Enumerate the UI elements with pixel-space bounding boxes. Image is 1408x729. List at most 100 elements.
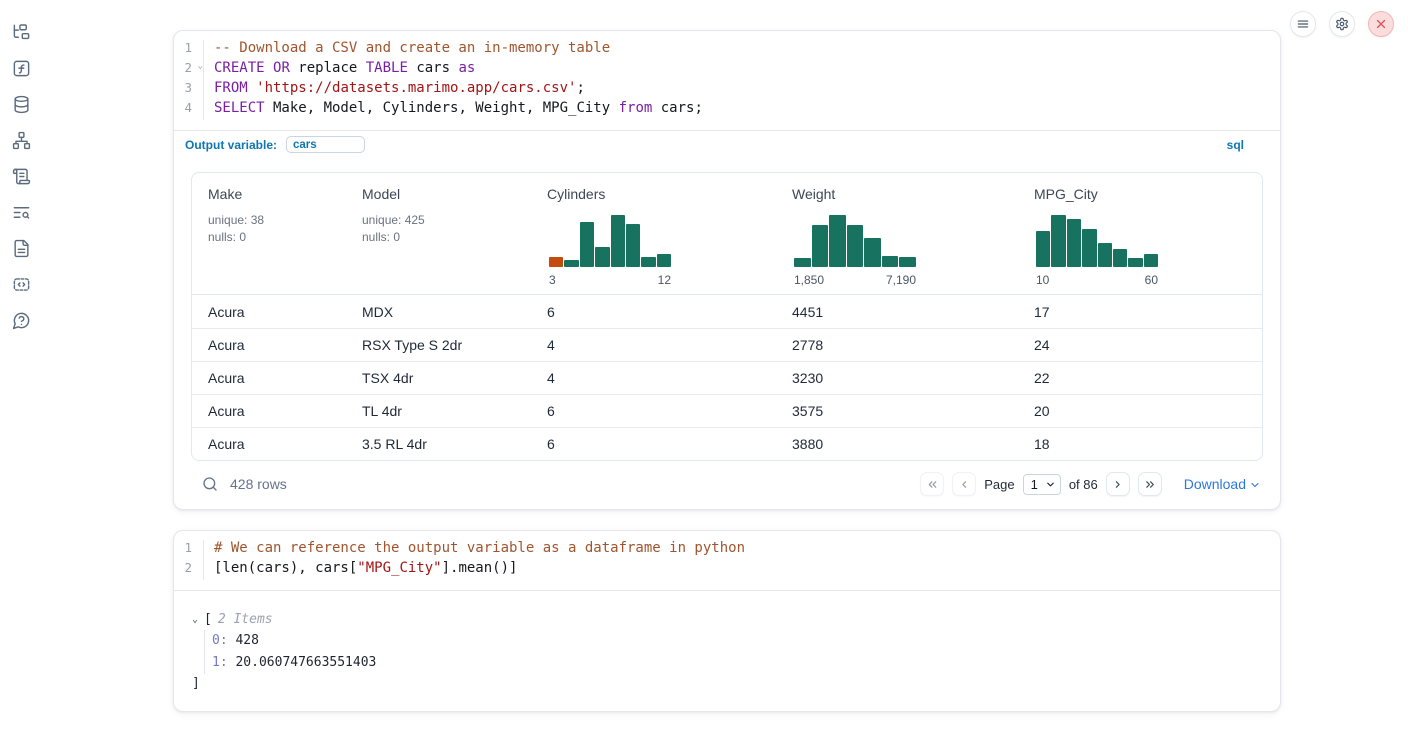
column-stat-line: unique: 38 (208, 212, 338, 229)
search-list-icon (12, 203, 31, 222)
column-header-mpg_city[interactable]: MPG_City1060 (1018, 173, 1262, 294)
code-token: ].mean()] (442, 560, 518, 576)
data-table: Makeunique: 38nulls: 0Modelunique: 425nu… (191, 172, 1263, 461)
axis-label-max: 12 (658, 273, 671, 287)
search-icon (202, 476, 218, 492)
column-header-cylinders[interactable]: Cylinders312 (531, 173, 776, 294)
tree-item: 0: 428 (212, 630, 1280, 652)
item-value: 20.060747663551403 (228, 655, 377, 670)
sql-editor[interactable]: 12⌄34 -- Download a CSV and create an in… (174, 31, 1280, 130)
sql-output-area: Makeunique: 38nulls: 0Modelunique: 425nu… (174, 158, 1280, 507)
histogram[interactable] (549, 215, 671, 267)
code-token: [len(cars), cars[ (214, 560, 357, 576)
sidebar-button-tracebacks[interactable] (11, 202, 31, 222)
table-cell: 22 (1018, 370, 1262, 386)
chevron-right-icon (1111, 478, 1124, 491)
download-button[interactable]: Download (1184, 476, 1261, 492)
histogram-bar (611, 215, 625, 267)
collapse-chevron-icon[interactable]: ⌄ (192, 614, 204, 625)
column-header-model[interactable]: Modelunique: 425nulls: 0 (346, 173, 531, 294)
code-line[interactable]: -- Download a CSV and create an in-memor… (214, 40, 1280, 60)
code-token: as (458, 60, 475, 76)
histogram-bar (1098, 243, 1112, 267)
column-stat-line: unique: 425 (362, 212, 523, 229)
item-index: 1: (212, 655, 228, 670)
page-label: Page (984, 477, 1014, 492)
sidebar-button-data-sources[interactable] (11, 94, 31, 114)
sidebar-button-documentation[interactable] (11, 238, 31, 258)
python-editor[interactable]: 12 # We can reference the output variabl… (174, 531, 1280, 590)
python-code-lines[interactable]: # We can reference the output variable a… (204, 540, 1280, 580)
line-number: 4 (174, 100, 203, 120)
sql-code-lines[interactable]: -- Download a CSV and create an in-memor… (204, 40, 1280, 120)
table-cell: 24 (1018, 337, 1262, 353)
code-token: Make, Model, Cylinders, Weight, MPG_City (265, 100, 619, 116)
column-header-make[interactable]: Makeunique: 38nulls: 0 (192, 173, 346, 294)
line-number: 1 (174, 40, 203, 60)
fold-chevron-icon[interactable]: ⌄ (198, 61, 203, 71)
histogram-bar (549, 257, 563, 267)
settings-button[interactable] (1329, 11, 1355, 37)
histogram-bar (626, 224, 640, 267)
code-line[interactable]: CREATE OR replace TABLE cars as (214, 60, 1280, 80)
table-cell: 17 (1018, 304, 1262, 320)
code-token: cars (408, 60, 459, 76)
scroll-icon (12, 167, 31, 186)
table-cell: 4451 (776, 304, 1018, 320)
page-select-value: 1 (1031, 477, 1038, 492)
table-cell: Acura (192, 337, 346, 353)
code-token: # We can reference the output variable a… (214, 540, 745, 556)
column-stat-line: nulls: 0 (208, 229, 338, 246)
chevron-left-icon (958, 478, 971, 491)
line-number: 2⌄ (174, 60, 203, 80)
histogram-bar (1128, 258, 1142, 267)
code-token (248, 80, 256, 96)
table-body: AcuraMDX6445117AcuraRSX Type S 2dr427782… (192, 295, 1262, 460)
first-page-button[interactable] (920, 472, 944, 496)
sidebar-button-dependencies[interactable] (11, 130, 31, 150)
histogram-bar (812, 225, 829, 267)
sidebar-button-logs[interactable] (11, 166, 31, 186)
code-line[interactable]: SELECT Make, Model, Cylinders, Weight, M… (214, 100, 1280, 120)
histogram-bar (1036, 231, 1050, 267)
shutdown-button[interactable] (1368, 11, 1394, 37)
sidebar-button-variables[interactable] (11, 58, 31, 78)
histogram-bar (864, 238, 881, 267)
sidebar-button-snippets[interactable] (11, 274, 31, 294)
pagination: Page 1 of 86 Download (920, 472, 1261, 496)
item-value: 428 (228, 633, 259, 648)
items-count-label: 2 Items (218, 612, 273, 627)
column-header-weight[interactable]: Weight1,8507,190 (776, 173, 1018, 294)
table-cell: TL 4dr (346, 403, 531, 419)
sidebar-button-help[interactable] (11, 310, 31, 330)
code-token: cars; (652, 100, 703, 116)
table-row: Acura3.5 RL 4dr6388018 (192, 427, 1262, 460)
menu-button[interactable] (1290, 11, 1316, 37)
histogram-bar (564, 260, 578, 267)
close-bracket: ] (192, 674, 1280, 694)
code-line[interactable]: [len(cars), cars["MPG_City"].mean()] (214, 560, 1280, 580)
menu-icon (1296, 17, 1310, 31)
table-row: AcuraRSX Type S 2dr4277824 (192, 328, 1262, 361)
left-sidebar (0, 0, 42, 729)
code-token: -- Download a CSV and create an in-memor… (214, 40, 610, 56)
output-variable-label: Output variable: (185, 138, 277, 152)
histogram[interactable] (1036, 215, 1158, 267)
code-line[interactable]: FROM 'https://datasets.marimo.app/cars.c… (214, 80, 1280, 100)
search-button[interactable] (197, 471, 223, 497)
table-row: AcuraTL 4dr6357520 (192, 394, 1262, 427)
next-page-button[interactable] (1106, 472, 1130, 496)
last-page-button[interactable] (1138, 472, 1162, 496)
histogram-bar (829, 215, 846, 267)
line-number-gutter: 12⌄34 (174, 40, 204, 120)
python-cell: 12 # We can reference the output variabl… (173, 530, 1281, 712)
output-variable-input[interactable]: cars (286, 136, 365, 153)
output-variable-bar: Output variable: cars sql (174, 130, 1280, 158)
histogram[interactable] (794, 215, 916, 267)
code-line[interactable]: # We can reference the output variable a… (214, 540, 1280, 560)
sidebar-button-files[interactable] (11, 22, 31, 42)
page-select[interactable]: 1 (1023, 474, 1061, 495)
code-token: ; (576, 80, 584, 96)
prev-page-button[interactable] (952, 472, 976, 496)
code-token: TABLE (366, 60, 408, 76)
